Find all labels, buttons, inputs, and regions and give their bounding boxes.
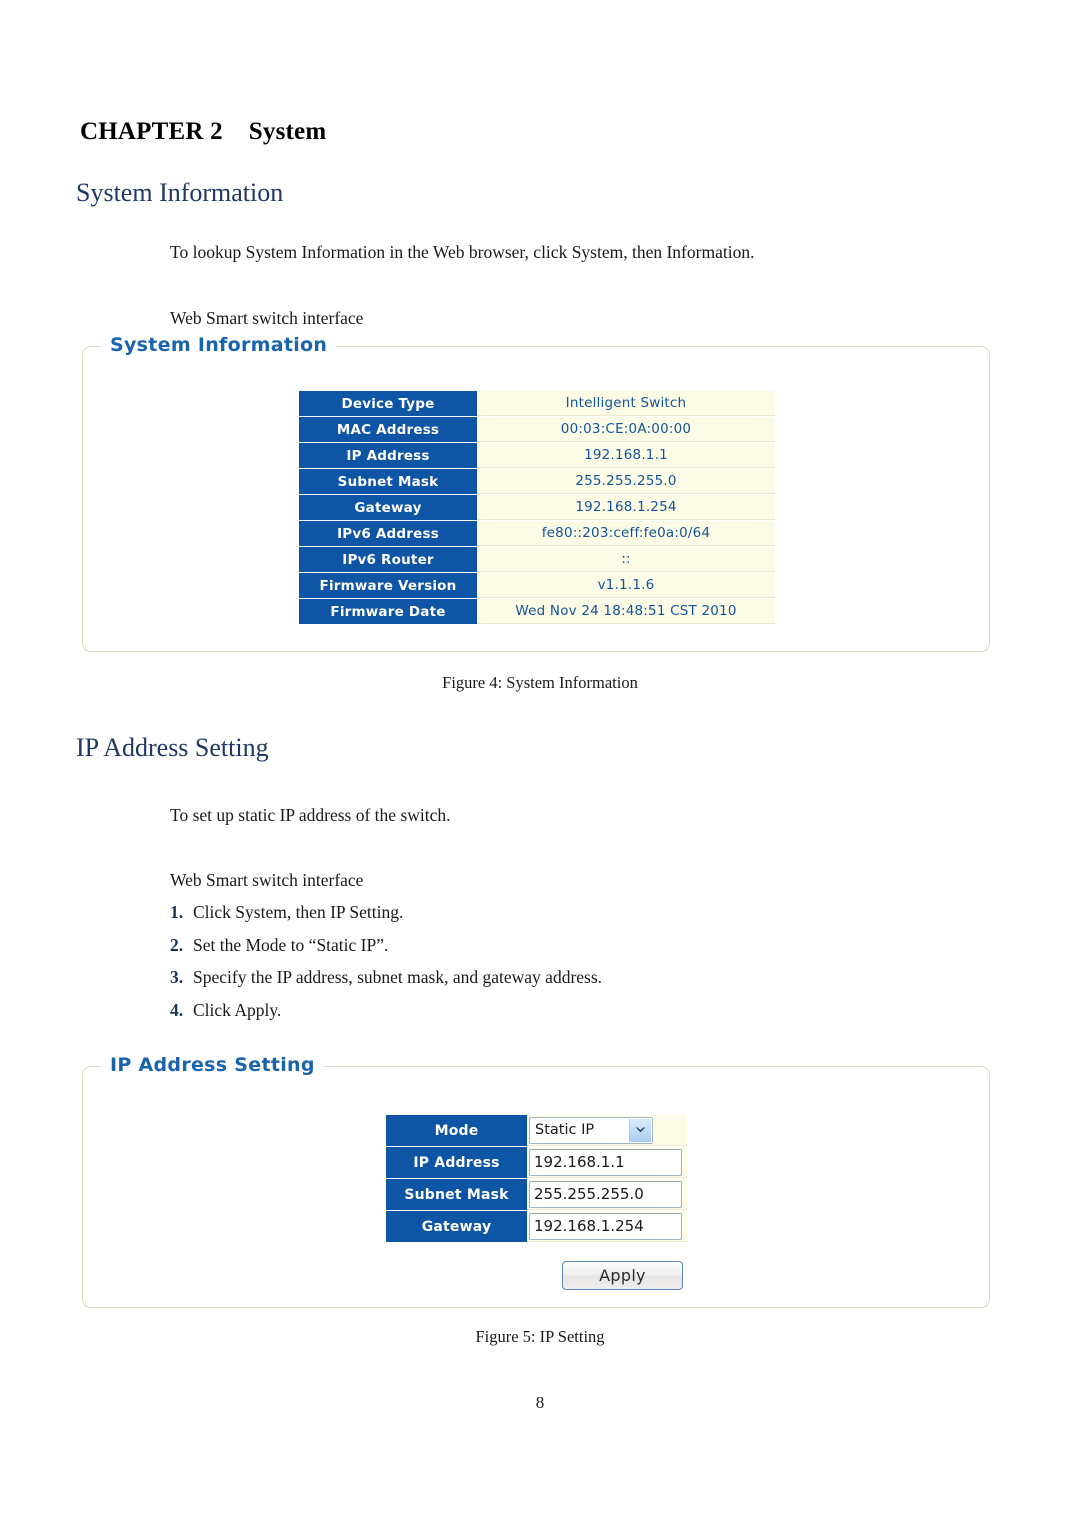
step-text: Click Apply. — [193, 999, 282, 1020]
list-item: 1. Click System, then IP Setting. — [170, 902, 870, 935]
table-row: Gateway 192.168.1.254 — [299, 495, 775, 520]
apply-button[interactable]: Apply — [562, 1261, 683, 1290]
step-number: 3. — [170, 967, 184, 987]
system-information-panel-legend: System Information — [101, 334, 337, 356]
form-label-mode: Mode — [386, 1115, 527, 1146]
ip-address-setting-panel-legend: IP Address Setting — [101, 1054, 324, 1076]
mode-select-value: Static IP — [535, 1121, 595, 1138]
table-row: IPv6 Router :: — [299, 547, 775, 572]
step-number: 2. — [170, 934, 184, 955]
row-label-subnet-mask: Subnet Mask — [299, 469, 477, 494]
paragraph-ip-setting-intro: To set up static IP address of the switc… — [170, 805, 451, 825]
table-row: Mode Static IP — [386, 1115, 687, 1146]
paragraph-system-information-intro: To lookup System Information in the Web … — [170, 242, 755, 262]
form-label-gateway: Gateway — [386, 1211, 527, 1242]
step-number: 1. — [170, 902, 184, 922]
table-row: MAC Address 00:03:CE:0A:00:00 — [299, 417, 775, 442]
mode-select[interactable]: Static IP — [529, 1116, 653, 1144]
paragraph-websmart-interface-2: Web Smart switch interface — [170, 870, 364, 890]
table-row: Gateway 192.168.1.254 — [386, 1211, 687, 1242]
chapter-heading: CHAPTER 2 System — [80, 118, 326, 146]
figure-caption-4: Figure 4: System Information — [442, 673, 638, 692]
step-number: 4. — [170, 999, 184, 1020]
row-label-ip-address: IP Address — [299, 443, 477, 468]
table-row: Device Type Intelligent Switch — [299, 391, 775, 416]
ip-setting-steps-list: 1. Click System, then IP Setting. 2. Set… — [170, 902, 870, 1032]
chapter-label: CHAPTER 2 — [80, 118, 223, 145]
system-information-panel: System Information Device Type Intellige… — [82, 334, 990, 652]
list-item: 2. Set the Mode to “Static IP”. — [170, 935, 870, 968]
row-value-ipv6-address: fe80::203:ceff:fe0a:0/64 — [477, 521, 775, 546]
paragraph-websmart-interface-1: Web Smart switch interface — [170, 308, 364, 328]
chevron-down-icon[interactable] — [629, 1118, 651, 1142]
section-heading-system-information: System Information — [76, 178, 284, 207]
table-row: Firmware Date Wed Nov 24 18:48:51 CST 20… — [299, 599, 775, 624]
row-label-ipv6-address: IPv6 Address — [299, 521, 477, 546]
form-field-gateway-cell: 192.168.1.254 — [527, 1211, 687, 1242]
gateway-input[interactable]: 192.168.1.254 — [529, 1212, 682, 1240]
row-label-ipv6-router: IPv6 Router — [299, 547, 477, 572]
row-label-firmware-version: Firmware Version — [299, 573, 477, 598]
table-row: Subnet Mask 255.255.255.0 — [299, 469, 775, 494]
figure-caption-5: Figure 5: IP Setting — [475, 1327, 605, 1346]
step-text: Set the Mode to “Static IP”. — [193, 934, 389, 955]
form-label-ip-address: IP Address — [386, 1147, 527, 1178]
section-heading-ip-address-setting: IP Address Setting — [76, 733, 269, 762]
form-label-subnet-mask: Subnet Mask — [386, 1179, 527, 1210]
table-row: Firmware Version v1.1.1.6 — [299, 573, 775, 598]
document-page: CHAPTER 2 System System Information To lo… — [0, 0, 1080, 1528]
table-row: IPv6 Address fe80::203:ceff:fe0a:0/64 — [299, 521, 775, 546]
chapter-title: System — [248, 118, 327, 145]
ip-address-setting-form-table: Mode Static IP IP Address 192.168.1.1 Su… — [386, 1114, 687, 1243]
row-value-ip-address: 192.168.1.1 — [477, 443, 775, 468]
row-label-mac-address: MAC Address — [299, 417, 477, 442]
row-value-subnet-mask: 255.255.255.0 — [477, 469, 775, 494]
table-row: IP Address 192.168.1.1 — [386, 1147, 687, 1178]
step-text: Specify the IP address, subnet mask, and… — [193, 967, 603, 987]
ip-address-setting-panel: IP Address Setting Mode Static IP IP Add… — [82, 1054, 990, 1308]
subnet-mask-input[interactable]: 255.255.255.0 — [529, 1180, 682, 1208]
system-information-table: Device Type Intelligent Switch MAC Addre… — [299, 390, 775, 625]
row-label-gateway: Gateway — [299, 495, 477, 520]
table-row: IP Address 192.168.1.1 — [299, 443, 775, 468]
row-value-firmware-version: v1.1.1.6 — [477, 573, 775, 598]
form-field-mode-cell: Static IP — [527, 1115, 687, 1146]
ip-address-input[interactable]: 192.168.1.1 — [529, 1148, 682, 1176]
row-value-mac-address: 00:03:CE:0A:00:00 — [477, 417, 775, 442]
list-item: 4. Click Apply. — [170, 1000, 870, 1033]
list-item: 3. Specify the IP address, subnet mask, … — [170, 967, 870, 1000]
row-value-device-type: Intelligent Switch — [477, 391, 775, 416]
row-value-gateway: 192.168.1.254 — [477, 495, 775, 520]
table-row: Subnet Mask 255.255.255.0 — [386, 1179, 687, 1210]
row-label-firmware-date: Firmware Date — [299, 599, 477, 624]
step-text: Click System, then IP Setting. — [193, 902, 404, 922]
row-value-firmware-date: Wed Nov 24 18:48:51 CST 2010 — [477, 599, 775, 624]
row-value-ipv6-router: :: — [477, 547, 775, 572]
page-number: 8 — [535, 1393, 545, 1412]
form-field-ip-address-cell: 192.168.1.1 — [527, 1147, 687, 1178]
row-label-device-type: Device Type — [299, 391, 477, 416]
form-field-subnet-mask-cell: 255.255.255.0 — [527, 1179, 687, 1210]
